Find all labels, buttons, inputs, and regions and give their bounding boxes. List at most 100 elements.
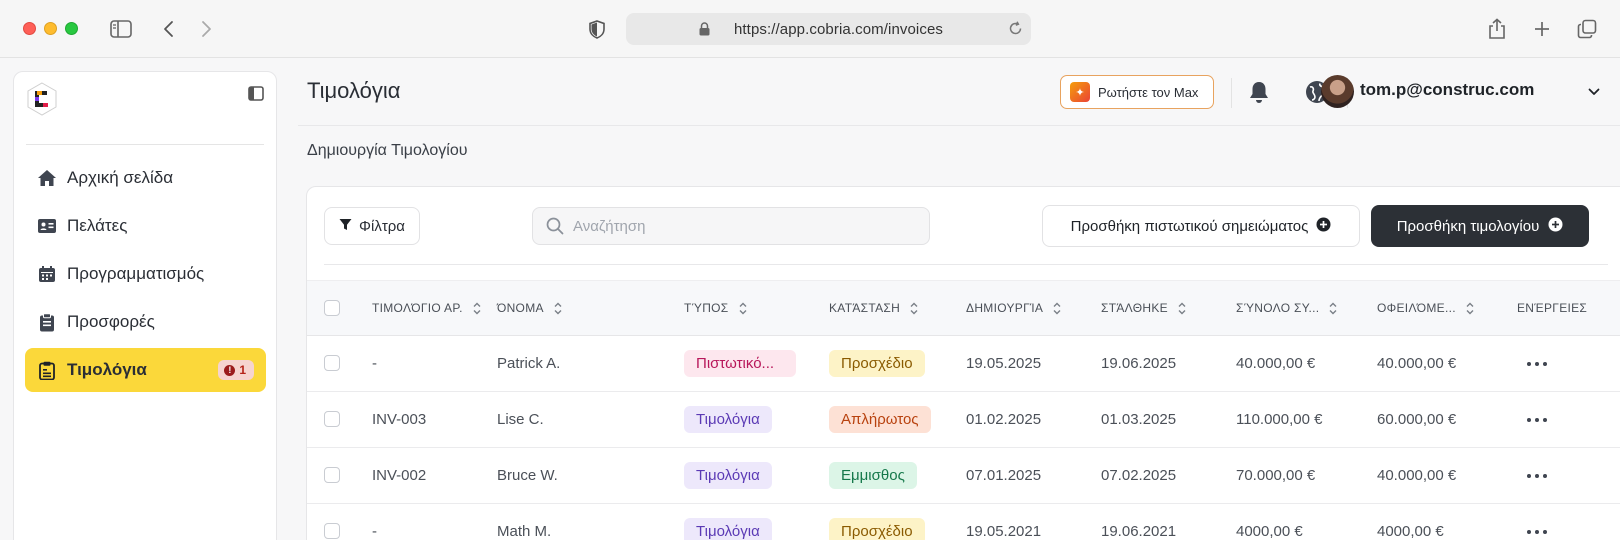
column-label: ΣΤΆΛΘΗΚΕ xyxy=(1101,301,1168,315)
max-sparkle-icon: ✦ xyxy=(1070,82,1090,102)
minimize-window-button[interactable] xyxy=(44,22,57,35)
add-invoice-button[interactable]: Προσθήκη τιμολογίου xyxy=(1371,205,1589,247)
calendar-icon xyxy=(37,264,57,284)
maximize-window-button[interactable] xyxy=(65,22,78,35)
reload-icon[interactable] xyxy=(1008,21,1023,40)
column-label: ΤΙΜΟΛΌΓΙΟ ΑΡ. xyxy=(372,301,463,315)
privacy-shield-icon[interactable] xyxy=(584,16,610,42)
ask-max-button[interactable]: ✦ Ρωτήστε τον Max xyxy=(1060,75,1214,109)
sent-date: 19.06.2021 xyxy=(1101,523,1177,540)
column-header-sent[interactable]: ΣΤΆΛΘΗΚΕ xyxy=(1101,301,1186,315)
invoice-number: INV-002 xyxy=(372,467,427,484)
table-header: ΤΙΜΟΛΌΓΙΟ ΑΡ. ΌΝΟΜΑ ΤΎΠΟΣ ΚΑΤΆΣΤΑΣΗ ΔΗΜΙ… xyxy=(307,280,1620,336)
search-box[interactable] xyxy=(532,207,930,245)
sort-icon[interactable] xyxy=(910,302,918,315)
client-name: Patrick A. xyxy=(497,355,561,372)
more-actions-icon[interactable] xyxy=(1525,522,1549,540)
created-date: 19.05.2025 xyxy=(966,355,1042,372)
forward-arrow-icon[interactable] xyxy=(193,16,219,42)
top-bar: Τιμολόγια ✦ Ρωτήστε τον Max tom.p@constr… xyxy=(298,58,1620,126)
sort-icon[interactable] xyxy=(739,302,747,315)
column-header-status[interactable]: ΚΑΤΆΣΤΑΣΗ xyxy=(829,301,918,315)
bell-icon[interactable] xyxy=(1245,78,1273,106)
created-date: 07.01.2025 xyxy=(966,467,1042,484)
alert-icon: ! xyxy=(224,364,236,376)
select-all-checkbox[interactable] xyxy=(324,300,340,316)
table-row[interactable]: INV-003 Lise C. Τιμολόγια Απλήρωτος 01.0… xyxy=(307,392,1620,448)
table-row[interactable]: INV-002 Bruce W. Τιμολόγια Εμμισθος 07.0… xyxy=(307,448,1620,504)
status-badge: Απλήρωτος xyxy=(829,406,931,433)
column-label: ΕΝΈΡΓΕΙΕΣ xyxy=(1517,301,1588,315)
sort-icon[interactable] xyxy=(1329,302,1337,315)
sidebar-item-invoices[interactable]: Τιμολόγια ! 1 xyxy=(25,348,266,392)
sidebar-item-clients[interactable]: Πελάτες xyxy=(25,204,266,248)
page-title: Τιμολόγια xyxy=(307,78,401,103)
column-header-type[interactable]: ΤΎΠΟΣ xyxy=(684,301,747,315)
invoice-number: - xyxy=(372,355,377,372)
type-badge: Πιστωτικό... xyxy=(684,350,796,377)
browser-toolbar: https://app.cobria.com/invoices xyxy=(0,0,1620,58)
sidebar-item-home[interactable]: Αρχική σελίδα xyxy=(25,156,266,200)
column-header-due[interactable]: ΟΦΕΙΛΌΜΕ... xyxy=(1377,301,1474,315)
column-header-total[interactable]: ΣΎΝΟΛΟ ΣΥ... xyxy=(1236,301,1337,315)
share-icon[interactable] xyxy=(1484,16,1510,42)
home-icon xyxy=(37,168,57,188)
created-date: 01.02.2025 xyxy=(966,411,1042,428)
sort-icon[interactable] xyxy=(1466,302,1474,315)
user-email[interactable]: tom.p@construc.com xyxy=(1360,80,1534,100)
more-actions-icon[interactable] xyxy=(1525,354,1549,374)
sort-icon[interactable] xyxy=(1053,302,1061,315)
plus-circle-icon xyxy=(1316,217,1331,236)
row-checkbox[interactable] xyxy=(324,467,340,483)
type-badge: Τιμολόγια xyxy=(684,406,772,433)
status-badge: Εμμισθος xyxy=(829,462,917,489)
back-arrow-icon[interactable] xyxy=(156,16,182,42)
add-credit-note-label: Προσθήκη πιστωτικού σημειώματος xyxy=(1070,217,1309,235)
sidebar-item-label: Πελάτες xyxy=(67,216,128,235)
status-badge: Προσχέδιο xyxy=(829,518,925,540)
total-amount: 4000,00 € xyxy=(1236,523,1303,540)
column-label: ΔΗΜΙΟΥΡΓΊΑ xyxy=(966,301,1044,315)
sort-icon[interactable] xyxy=(554,302,562,315)
search-input[interactable] xyxy=(573,217,903,235)
app-area: Αρχική σελίδα Πελάτες Προγραμματισμός Πρ… xyxy=(0,58,1620,540)
table-row[interactable]: - Math M. Τιμολόγια Προσχέδιο 19.05.2021… xyxy=(307,504,1620,540)
address-bar[interactable]: https://app.cobria.com/invoices xyxy=(626,13,1031,45)
add-credit-note-button[interactable]: Προσθήκη πιστωτικού σημειώματος xyxy=(1042,205,1360,247)
sidebar-toggle-icon[interactable] xyxy=(108,16,134,42)
sidebar-item-quotes[interactable]: Προσφορές xyxy=(25,300,266,344)
column-label: ΣΎΝΟΛΟ ΣΥ... xyxy=(1236,301,1320,315)
sort-icon[interactable] xyxy=(473,302,481,315)
row-checkbox[interactable] xyxy=(324,523,340,539)
tabs-overview-icon[interactable] xyxy=(1574,16,1600,42)
total-amount: 70.000,00 € xyxy=(1236,467,1316,484)
column-label: ΟΦΕΙΛΌΜΕ... xyxy=(1377,301,1456,315)
sent-date: 01.03.2025 xyxy=(1101,411,1177,428)
collapse-sidebar-icon[interactable] xyxy=(248,86,264,106)
column-header-number[interactable]: ΤΙΜΟΛΌΓΙΟ ΑΡ. xyxy=(372,301,481,315)
sort-icon[interactable] xyxy=(1178,302,1186,315)
column-header-created[interactable]: ΔΗΜΙΟΥΡΓΊΑ xyxy=(966,301,1061,315)
row-checkbox[interactable] xyxy=(324,411,340,427)
notification-badge: ! 1 xyxy=(218,360,254,380)
column-label: ΤΎΠΟΣ xyxy=(684,301,729,315)
filter-label: Φίλτρα xyxy=(359,217,405,235)
filter-funnel-icon xyxy=(339,218,352,235)
due-amount: 60.000,00 € xyxy=(1377,411,1457,428)
avatar[interactable] xyxy=(1321,75,1354,108)
more-actions-icon[interactable] xyxy=(1525,466,1549,486)
column-header-name[interactable]: ΌΝΟΜΑ xyxy=(497,301,562,315)
new-tab-plus-icon[interactable] xyxy=(1529,16,1555,42)
chevron-down-icon[interactable] xyxy=(1588,83,1600,101)
cobria-logo[interactable] xyxy=(26,82,58,116)
clipboard-icon xyxy=(37,312,57,332)
column-label: ΚΑΤΆΣΤΑΣΗ xyxy=(829,301,901,315)
close-window-button[interactable] xyxy=(23,22,36,35)
total-amount: 110.000,00 € xyxy=(1236,411,1323,428)
sidebar-item-scheduling[interactable]: Προγραμματισμός xyxy=(25,252,266,296)
search-icon xyxy=(546,217,564,235)
row-checkbox[interactable] xyxy=(324,355,340,371)
more-actions-icon[interactable] xyxy=(1525,410,1549,430)
filter-button[interactable]: Φίλτρα xyxy=(324,207,420,245)
table-row[interactable]: - Patrick A. Πιστωτικό... Προσχέδιο 19.0… xyxy=(307,336,1620,392)
